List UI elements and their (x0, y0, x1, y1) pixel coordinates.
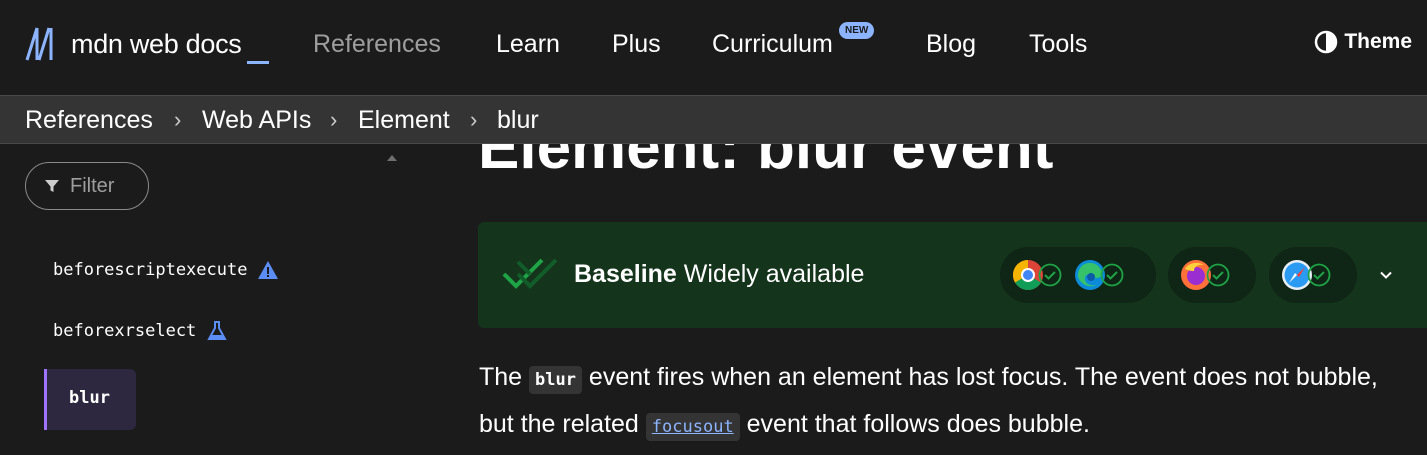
browser-group-chromium (1000, 247, 1156, 303)
supported-check-icon (1038, 263, 1062, 287)
top-navigation: mdn web docs References Learn Plus Curri… (0, 0, 1427, 95)
filter-label: Filter (70, 174, 115, 197)
breadcrumb-separator-icon: › (174, 107, 182, 132)
page-title-container: Element: blur event (478, 144, 1178, 186)
nav-plus[interactable]: Plus (612, 28, 661, 60)
browser-group-firefox (1168, 247, 1256, 303)
sidebar-item-label: beforescriptexecute (53, 260, 248, 280)
sidebar-item-blur[interactable]: blur (44, 369, 136, 430)
breadcrumb-element[interactable]: Element (358, 105, 450, 135)
nav-blog[interactable]: Blog (926, 28, 976, 60)
breadcrumb: References › Web APIs › Element › blur (0, 95, 1427, 144)
breadcrumb-references[interactable]: References (25, 105, 153, 135)
logo-text: mdn web docs (71, 29, 242, 59)
nav-tools[interactable]: Tools (1029, 28, 1087, 60)
flask-icon (207, 321, 227, 340)
nav-references[interactable]: References (313, 28, 441, 60)
theme-switcher[interactable]: Theme (1314, 30, 1412, 54)
nav-curriculum[interactable]: Curriculum (712, 28, 833, 60)
sidebar-filter-button[interactable]: Filter (25, 162, 149, 210)
breadcrumb-web-apis[interactable]: Web APIs (202, 105, 311, 135)
logo-cursor (246, 61, 269, 64)
baseline-banner[interactable]: Baseline Widely available (478, 222, 1427, 328)
sidebar-item-label: blur (69, 388, 110, 408)
breadcrumb-separator-icon: › (330, 107, 338, 132)
page-title: Element: blur event (478, 144, 1054, 182)
breadcrumb-blur[interactable]: blur (497, 105, 539, 135)
chevron-down-icon[interactable] (1378, 267, 1394, 283)
supported-check-icon (1206, 263, 1230, 287)
paragraph-text: event that follows does bubble. (739, 410, 1090, 438)
theme-label: Theme (1344, 30, 1412, 53)
paragraph-text: The (479, 363, 530, 391)
scroll-up-arrow-icon[interactable] (387, 155, 397, 161)
focusout-link[interactable]: focusout (645, 413, 740, 441)
browser-group-safari (1269, 247, 1357, 303)
new-badge: NEW (839, 22, 875, 39)
mdn-logo[interactable]: mdn web docs (25, 26, 269, 66)
code-blur: blur (529, 366, 582, 394)
nav-learn[interactable]: Learn (496, 28, 560, 60)
sidebar-item-label: beforexrselect (53, 321, 197, 341)
baseline-label: Baseline Widely available (574, 260, 865, 288)
theme-icon (1315, 30, 1338, 54)
filter-icon (45, 180, 59, 192)
baseline-check-icon (502, 258, 558, 289)
sidebar-item-beforexrselect[interactable]: beforexrselect (53, 320, 228, 342)
sidebar-item-beforescriptexecute[interactable]: beforescriptexecute (53, 259, 279, 281)
supported-check-icon (1307, 263, 1331, 287)
breadcrumb-separator-icon: › (470, 107, 478, 132)
mdn-logo-icon (25, 27, 53, 61)
warning-icon (258, 261, 279, 279)
intro-paragraph: The blur event fires when an element has… (479, 355, 1379, 449)
supported-check-icon (1100, 263, 1124, 287)
